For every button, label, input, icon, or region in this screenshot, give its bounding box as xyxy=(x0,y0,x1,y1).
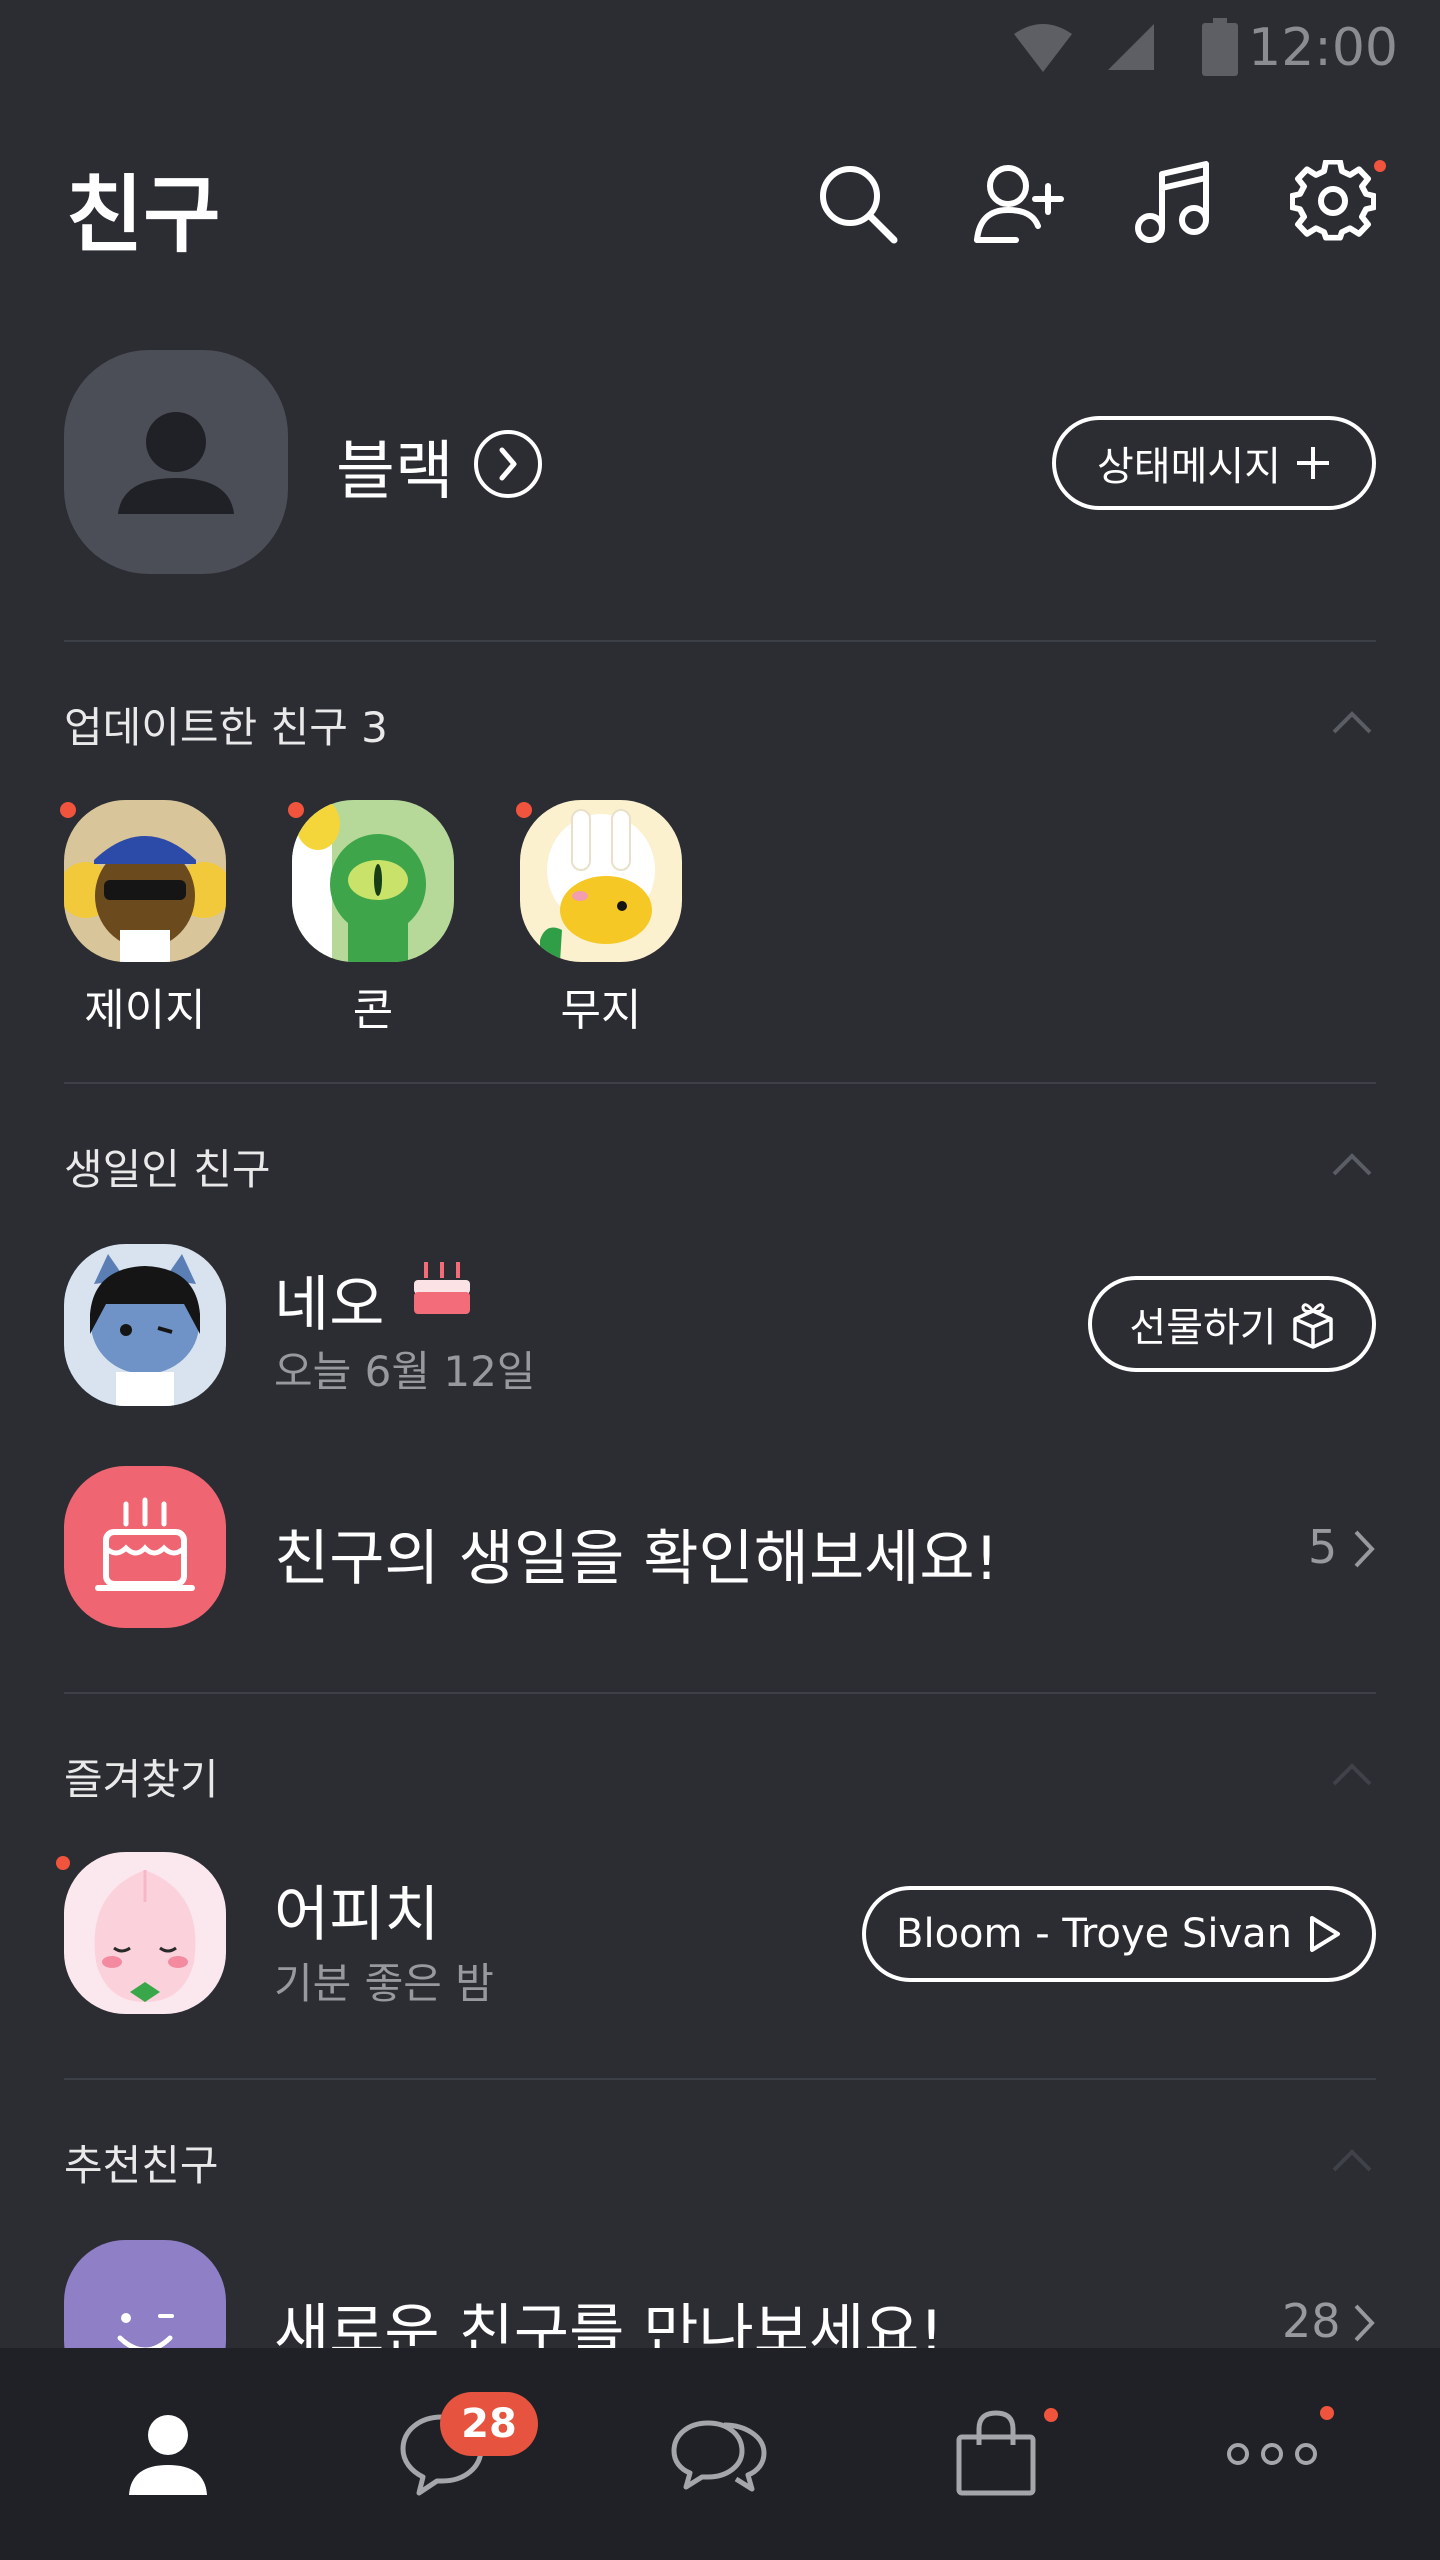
birthday-check-label[interactable]: 친구의 생일을 확인해보세요! xyxy=(274,1510,999,1597)
friend-name-label: 무지 xyxy=(560,985,642,1036)
chevron-right-icon xyxy=(499,447,517,481)
friend-name-label: 제이지 xyxy=(84,985,206,1036)
profile-music-button[interactable]: Bloom - Troye Sivan xyxy=(862,1886,1376,1982)
muzi-avatar-icon xyxy=(540,809,655,962)
chat-unread-badge: 28 xyxy=(440,2392,538,2456)
more-dots-icon xyxy=(1227,2443,1317,2465)
divider xyxy=(64,2078,1376,2080)
collapse-chevron-icon[interactable] xyxy=(1330,1760,1374,1790)
friend-thumb-apeach[interactable] xyxy=(64,1852,226,2014)
recommended-count: 28 xyxy=(1282,2294,1341,2348)
music-note-icon xyxy=(1135,161,1209,243)
friend-thumb-neo[interactable] xyxy=(64,1244,226,1406)
favorites-title: 즐겨찾기 xyxy=(64,1755,219,1804)
birthday-cake-icon xyxy=(95,1497,195,1591)
add-friend-button[interactable] xyxy=(972,160,1064,246)
divider xyxy=(64,1082,1376,1084)
favorite-friend-status: 기분 좋은 밤 xyxy=(274,1959,494,2008)
nav-chats-tab[interactable] xyxy=(298,2348,586,2560)
new-update-dot xyxy=(56,1856,70,1870)
friend-thumb-muzi[interactable] xyxy=(520,800,682,962)
shopping-bag-icon xyxy=(956,2410,1036,2496)
recommended-title: 추천친구 xyxy=(64,2141,219,2190)
new-update-dot xyxy=(60,802,76,818)
gift-button[interactable]: 선물하기 xyxy=(1088,1276,1376,1372)
friend-thumb-con[interactable] xyxy=(292,800,454,962)
birthday-check-icon-tile[interactable] xyxy=(64,1466,226,1628)
collapse-chevron-icon[interactable] xyxy=(1330,1150,1374,1180)
plus-icon xyxy=(1297,447,1329,479)
open-chat-icon xyxy=(671,2420,767,2492)
user-silhouette-icon xyxy=(118,412,234,514)
search-button[interactable] xyxy=(814,160,900,246)
status-message-button[interactable]: 상태메시지 xyxy=(1052,416,1376,510)
new-update-dot xyxy=(288,802,304,818)
battery-icon xyxy=(1202,18,1238,76)
chevron-right-icon[interactable] xyxy=(1350,2300,1378,2346)
add-friend-icon xyxy=(974,165,1064,243)
divider xyxy=(64,640,1376,642)
shopping-new-dot xyxy=(1044,2408,1058,2422)
status-bar: 12:00 xyxy=(0,0,1440,96)
nav-more-tab[interactable] xyxy=(1128,2348,1416,2560)
new-update-dot xyxy=(516,802,532,818)
search-icon xyxy=(820,166,898,244)
friend-name-label: 콘 xyxy=(352,985,394,1036)
settings-new-dot xyxy=(1374,160,1386,172)
collapse-chevron-icon[interactable] xyxy=(1330,2146,1374,2176)
birthday-date: 오늘 6월 12일 xyxy=(274,1347,536,1396)
settings-button[interactable] xyxy=(1290,160,1376,246)
updated-friends-title: 업데이트한 친구 3 xyxy=(64,703,388,752)
con-avatar-icon xyxy=(292,800,426,962)
my-profile-avatar[interactable] xyxy=(64,350,288,574)
gift-label: 선물하기 xyxy=(1129,1305,1277,1351)
gear-icon xyxy=(1290,160,1376,241)
birthday-friends-title: 생일인 친구 xyxy=(64,1145,271,1194)
birthday-friend-name[interactable]: 네오 xyxy=(274,1256,384,1343)
status-time: 12:00 xyxy=(1248,18,1398,78)
collapse-chevron-icon[interactable] xyxy=(1330,708,1374,738)
my-profile-name[interactable]: 블랙 xyxy=(336,420,454,512)
bottom-nav xyxy=(0,2348,1440,2560)
nav-shopping-tab[interactable] xyxy=(852,2348,1140,2560)
jayg-avatar-icon xyxy=(64,836,226,962)
favorite-friend-name[interactable]: 어피치 xyxy=(274,1866,440,1953)
profile-music-label: Bloom - Troye Sivan xyxy=(896,1911,1292,1957)
nav-open-chat-tab[interactable] xyxy=(576,2348,864,2560)
page-title: 친구 xyxy=(66,166,221,264)
birthday-count: 5 xyxy=(1308,1520,1338,1574)
wifi-icon xyxy=(1014,24,1072,72)
gift-box-icon xyxy=(1292,1303,1333,1349)
signal-icon xyxy=(1108,24,1154,70)
apeach-avatar-icon xyxy=(94,1870,196,2002)
chevron-right-icon[interactable] xyxy=(1350,1526,1378,1572)
play-icon xyxy=(1309,1916,1340,1952)
neo-avatar-icon xyxy=(90,1254,200,1406)
more-new-dot xyxy=(1320,2406,1334,2420)
nav-friends-tab[interactable] xyxy=(24,2348,312,2560)
friend-thumb-jayg[interactable] xyxy=(64,800,226,962)
status-message-label: 상태메시지 xyxy=(1097,444,1281,490)
profile-detail-button[interactable] xyxy=(474,430,542,498)
birthday-cake-icon xyxy=(414,1262,470,1314)
music-button[interactable] xyxy=(1132,160,1218,246)
person-filled-icon xyxy=(129,2415,207,2495)
divider xyxy=(64,1692,1376,1694)
